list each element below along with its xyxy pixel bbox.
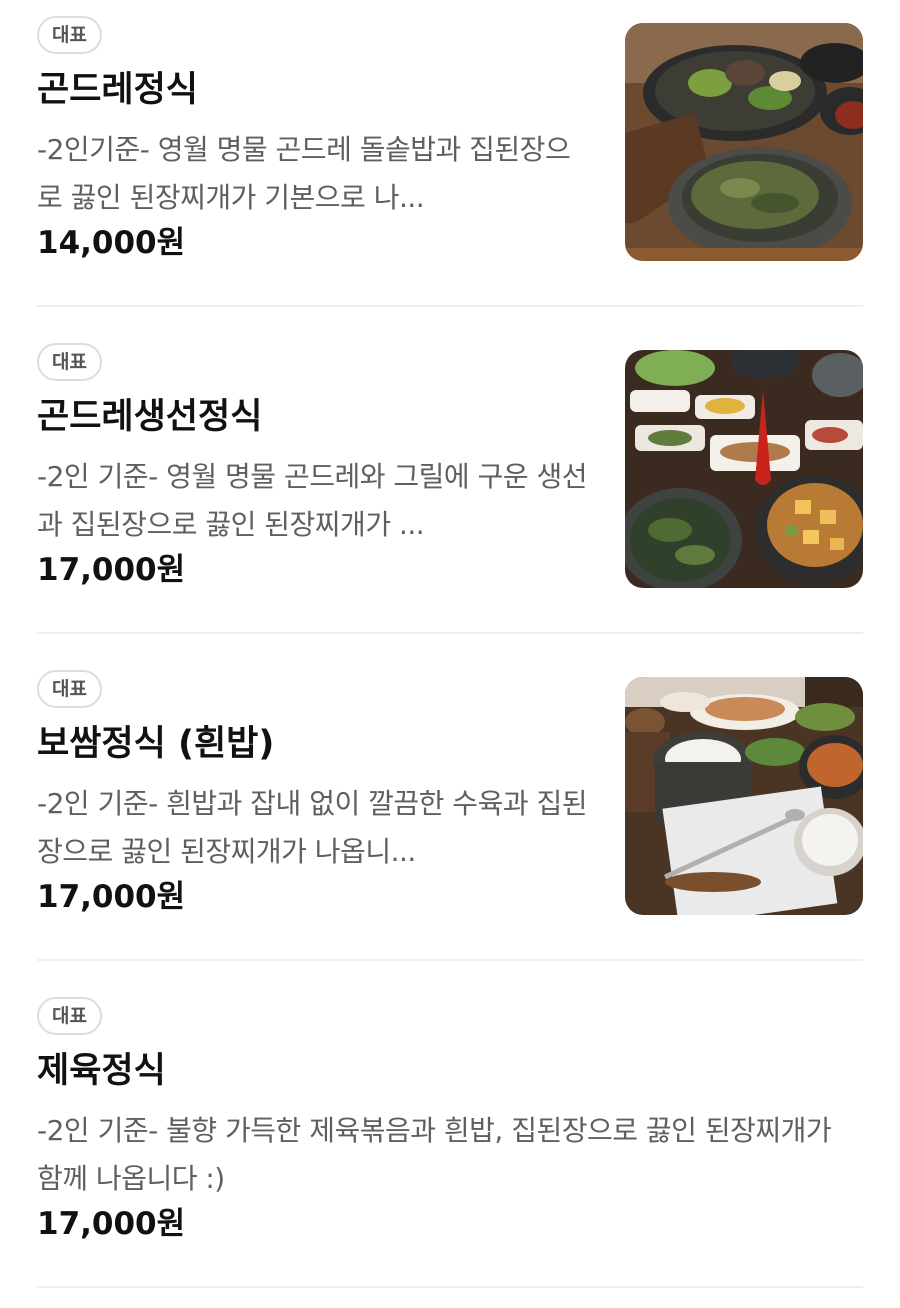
menu-name: 곤드레생선정식 — [37, 397, 263, 437]
signature-badge: 대표 — [37, 997, 102, 1035]
signature-badge: 대표 — [37, 670, 102, 708]
divider — [37, 1286, 863, 1288]
menu-name: 곤드레정식 — [37, 70, 199, 110]
food-photo — [625, 350, 863, 588]
food-photo — [625, 677, 863, 915]
menu-item-bossam-set[interactable]: 대표 보쌈정식 (흰밥) -2인 기준- 흰밥과 잡내 없이 깔끔한 수육과 집… — [37, 654, 863, 981]
divider — [37, 305, 863, 307]
menu-photo[interactable] — [625, 677, 863, 915]
menu-name: 제육정식 — [37, 1051, 166, 1091]
menu-item-gondre-fish-set[interactable]: 대표 곤드레생선정식 -2인 기준- 영월 명물 곤드레와 그릴에 구운 생선과… — [37, 327, 863, 654]
menu-description: -2인 기준- 불향 가득한 제육볶음과 흰밥, 집된장으로 끓인 된장찌개가 … — [37, 1114, 832, 1195]
menu-name: 보쌈정식 (흰밥) — [37, 724, 275, 764]
menu-item-gondre-set[interactable]: 대표 곤드레정식 -2인기준- 영월 명물 곤드레 돌솥밥과 집된장으로 끓인 … — [37, 0, 863, 327]
menu-item-jeyuk-set[interactable]: 대표 제육정식 -2인 기준- 불향 가득한 제육볶음과 흰밥, 집된장으로 끓… — [37, 981, 863, 1308]
menu-list: 대표 곤드레정식 -2인기준- 영월 명물 곤드레 돌솥밥과 집된장으로 끓인 … — [0, 0, 900, 1298]
menu-price: 14,000원 — [37, 225, 186, 261]
menu-photo[interactable] — [625, 23, 863, 261]
menu-description: -2인 기준- 흰밥과 잡내 없이 깔끔한 수육과 집된장으로 끓인 된장찌개가… — [37, 787, 587, 868]
menu-price: 17,000원 — [37, 1206, 186, 1242]
signature-badge: 대표 — [37, 16, 102, 54]
food-photo — [625, 23, 863, 261]
menu-description: -2인기준- 영월 명물 곤드레 돌솥밥과 집된장으로 끓인 된장찌개가 기본으… — [37, 133, 571, 214]
signature-badge: 대표 — [37, 343, 102, 381]
divider — [37, 959, 863, 961]
menu-photo[interactable] — [625, 350, 863, 588]
menu-price: 17,000원 — [37, 879, 186, 915]
menu-price: 17,000원 — [37, 552, 186, 588]
divider — [37, 632, 863, 634]
menu-description: -2인 기준- 영월 명물 곤드레와 그릴에 구운 생선과 집된장으로 끓인 된… — [37, 460, 587, 541]
